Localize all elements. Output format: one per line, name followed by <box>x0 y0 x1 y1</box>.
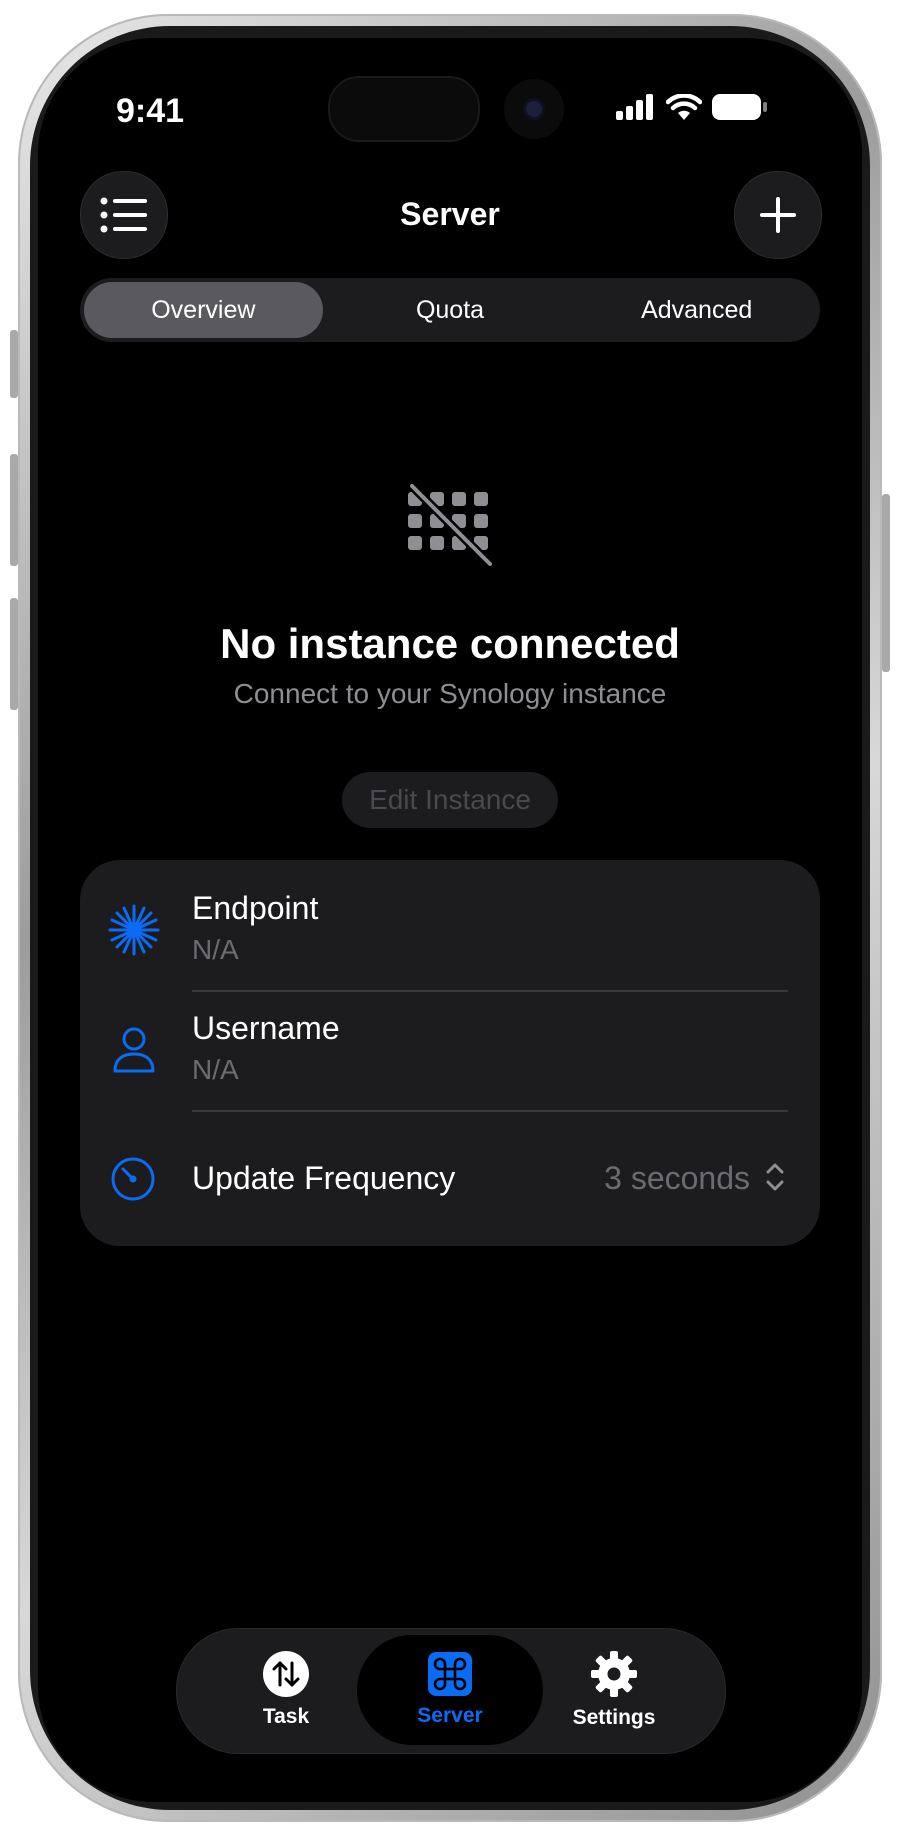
tab-server-label: Server <box>417 1704 483 1727</box>
front-camera <box>504 79 564 139</box>
dynamic-island <box>328 76 480 142</box>
add-button[interactable] <box>734 171 822 259</box>
chevron-up-down-icon[interactable] <box>764 1160 786 1194</box>
arrows-up-down-icon <box>263 1651 309 1697</box>
cellular-signal-icon <box>616 94 653 120</box>
instance-info-card: Endpoint N/A Username N/A Update Frequen… <box>80 860 820 1246</box>
row-divider <box>192 990 788 992</box>
tab-task[interactable]: Task <box>193 1635 379 1745</box>
no-connection-grid-icon <box>407 484 495 568</box>
status-icons <box>616 92 768 122</box>
segmented-control: Overview Quota Advanced <box>80 278 820 342</box>
segment-advanced[interactable]: Advanced <box>577 282 816 338</box>
segment-overview[interactable]: Overview <box>84 282 323 338</box>
username-label: Username <box>192 1010 340 1046</box>
tab-server[interactable]: Server <box>357 1635 543 1745</box>
volume-up-button <box>10 454 18 566</box>
plus-icon <box>760 197 796 233</box>
battery-icon <box>712 94 767 120</box>
empty-state-subtitle: Connect to your Synology instance <box>233 678 667 709</box>
update-frequency-label: Update Frequency <box>192 1160 456 1196</box>
person-icon <box>113 1027 155 1073</box>
endpoint-label: Endpoint <box>192 890 319 926</box>
tab-task-label: Task <box>262 1705 310 1728</box>
empty-state-title: No instance connected <box>220 620 680 667</box>
status-time: 9:41 <box>116 92 185 130</box>
tab-bar: Task Server Settings <box>176 1628 726 1754</box>
row-divider <box>192 1110 788 1112</box>
command-icon <box>428 1652 472 1696</box>
segment-quota[interactable]: Quota <box>331 282 570 338</box>
tab-settings[interactable]: Settings <box>521 1635 707 1745</box>
tab-settings-label: Settings <box>572 1706 656 1729</box>
username-value: N/A <box>192 1054 239 1085</box>
action-button <box>10 330 18 398</box>
update-frequency-value[interactable]: 3 seconds <box>604 1160 750 1197</box>
endpoint-value: N/A <box>192 934 239 965</box>
endpoint-burst-icon <box>108 904 160 956</box>
gear-icon <box>591 1651 637 1697</box>
wifi-icon <box>666 94 702 120</box>
gauge-icon <box>111 1157 155 1201</box>
edit-instance-button[interactable]: Edit Instance <box>342 772 558 828</box>
